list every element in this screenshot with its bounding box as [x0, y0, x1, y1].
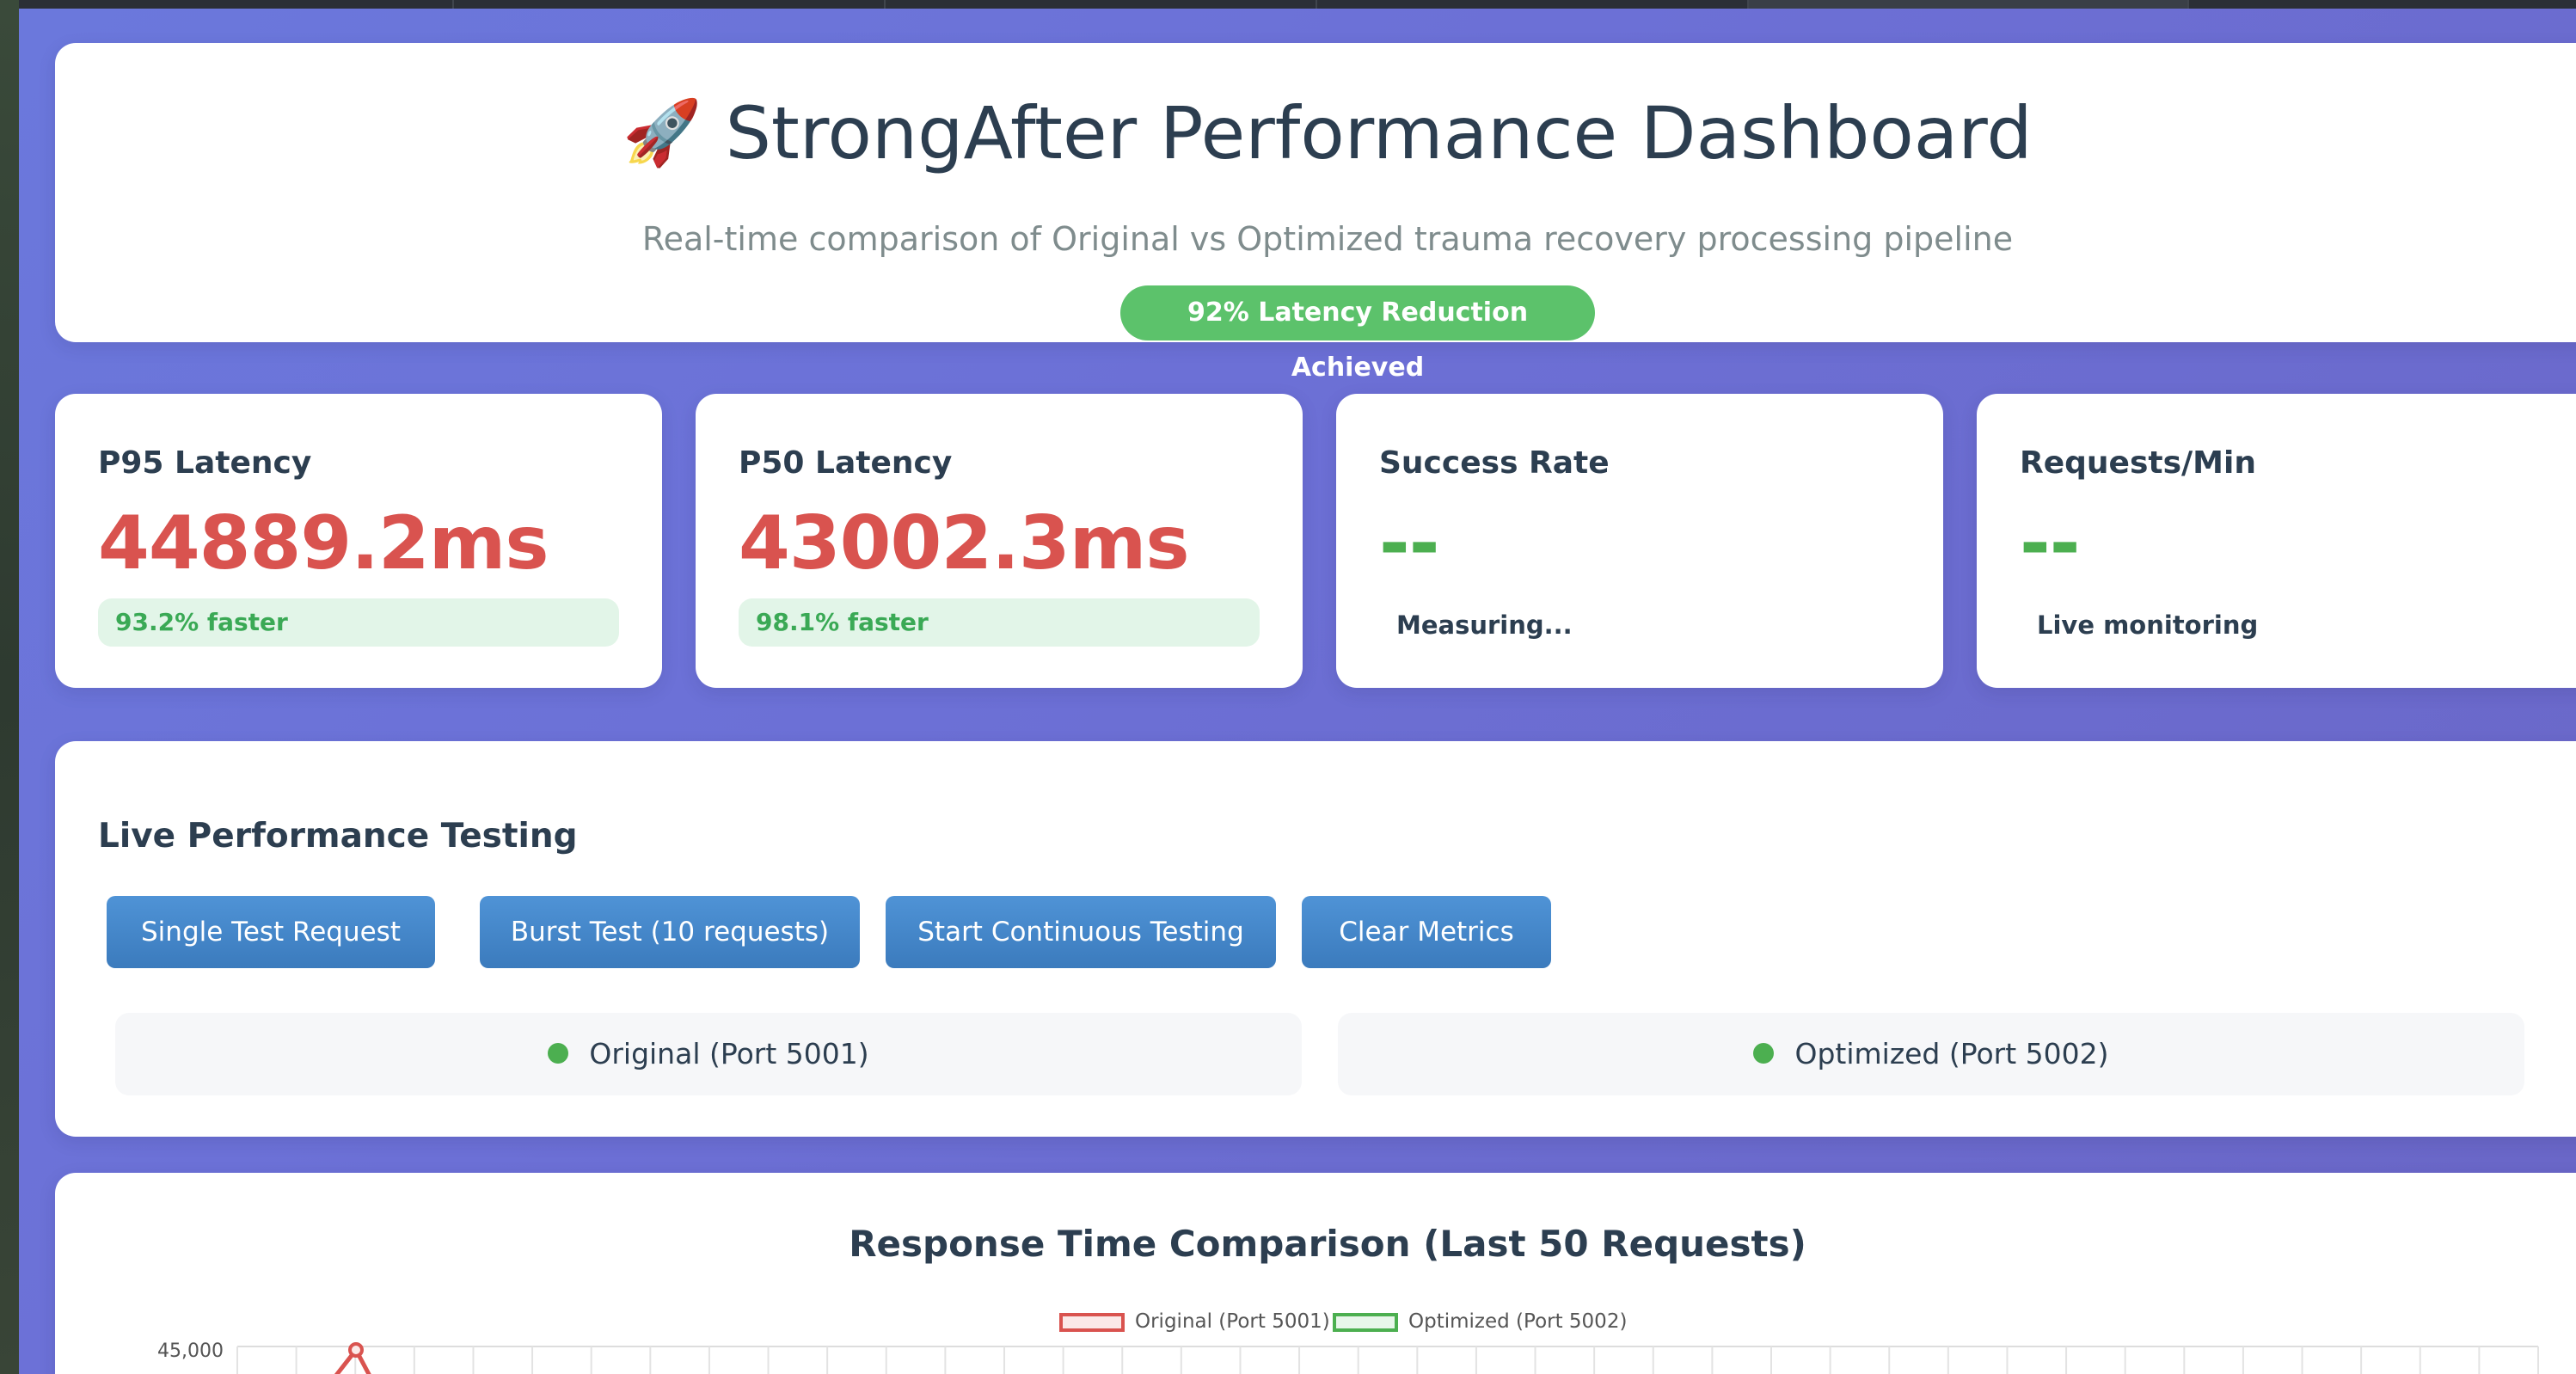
- latency-reduction-badge: 92% Latency Reduction Achieved: [1120, 285, 1595, 383]
- browser-tab[interactable]: [454, 0, 886, 9]
- service-label: Original (Port 5001): [589, 1037, 869, 1070]
- metric-label: Requests/Min: [2020, 445, 2256, 481]
- metric-note: Measuring...: [1396, 610, 1573, 640]
- legend-item-optimized[interactable]: Optimized (Port 5002): [1333, 1309, 1627, 1334]
- series-original: [334, 1342, 371, 1374]
- data-point-original: [348, 1342, 364, 1358]
- status-dot-icon: [1753, 1042, 1775, 1064]
- metric-card-success-rate: Success Rate -- Measuring...: [1336, 394, 1943, 688]
- series-line-original: [334, 1346, 371, 1374]
- burst-test-button[interactable]: Burst Test (10 requests): [480, 896, 860, 968]
- continuous-testing-button[interactable]: Start Continuous Testing: [886, 896, 1276, 968]
- service-status-original: Original (Port 5001): [115, 1013, 1302, 1095]
- metric-improvement: 93.2% faster: [98, 598, 619, 647]
- legend-label: Original (Port 5001): [1135, 1310, 1330, 1333]
- metric-value: 43002.3ms: [739, 500, 1190, 586]
- chart-gridlines: [236, 1346, 2539, 1374]
- legend-label: Optimized (Port 5002): [1408, 1310, 1628, 1333]
- clear-metrics-button[interactable]: Clear Metrics: [1302, 896, 1551, 968]
- section-title: Live Performance Testing: [98, 817, 578, 856]
- live-testing-card: Live Performance Testing Single Test Req…: [55, 741, 2576, 1137]
- metric-label: P50 Latency: [739, 445, 953, 481]
- page-subtitle: Real-time comparison of Original vs Opti…: [641, 220, 2014, 258]
- service-label: Optimized (Port 5002): [1794, 1037, 2109, 1070]
- header-card: 🚀 StrongAfter Performance Dashboard Real…: [55, 43, 2576, 383]
- browser-tab[interactable]: [1317, 0, 1749, 9]
- chart-title: Response Time Comparison (Last 50 Reques…: [849, 1223, 1806, 1265]
- browser-tab[interactable]: [0, 0, 454, 9]
- status-dot-icon: [548, 1042, 569, 1064]
- metric-label: Success Rate: [1379, 445, 1610, 481]
- metric-value: 44889.2ms: [98, 500, 549, 586]
- metric-value: --: [1379, 500, 1439, 586]
- y-tick-label: 45,000: [157, 1340, 224, 1362]
- metric-card-p50: P50 Latency 43002.3ms 98.1% faster: [696, 394, 1303, 688]
- legend-swatch-optimized: [1333, 1312, 1398, 1332]
- single-test-button[interactable]: Single Test Request: [107, 896, 435, 968]
- legend-item-original[interactable]: Original (Port 5001): [1059, 1309, 1330, 1334]
- metric-label: P95 Latency: [98, 445, 312, 481]
- legend-swatch-original: [1059, 1312, 1125, 1332]
- background-edge: [0, 0, 19, 1374]
- browser-tab[interactable]: [886, 0, 1317, 9]
- rocket-icon: 🚀: [623, 95, 702, 170]
- metric-card-requests-per-min: Requests/Min -- Live monitoring: [1977, 394, 2576, 688]
- service-status-optimized: Optimized (Port 5002): [1338, 1013, 2524, 1095]
- metric-value: --: [2020, 500, 2080, 586]
- page-title: StrongAfter Performance Dashboard: [725, 91, 2033, 175]
- browser-tab-active[interactable]: [1749, 0, 2189, 9]
- dashboard-page: 🚀 StrongAfter Performance Dashboard Real…: [19, 9, 2576, 1374]
- metric-card-p95: P95 Latency 44889.2ms 93.2% faster: [55, 394, 662, 688]
- title-row: 🚀 StrongAfter Performance Dashboard: [55, 91, 2576, 175]
- metric-improvement: 98.1% faster: [739, 598, 1260, 647]
- chart-plot: 45,000: [157, 1340, 2539, 1374]
- metric-note: Live monitoring: [2037, 610, 2259, 640]
- response-time-chart-card: Response Time Comparison (Last 50 Reques…: [55, 1173, 2576, 1374]
